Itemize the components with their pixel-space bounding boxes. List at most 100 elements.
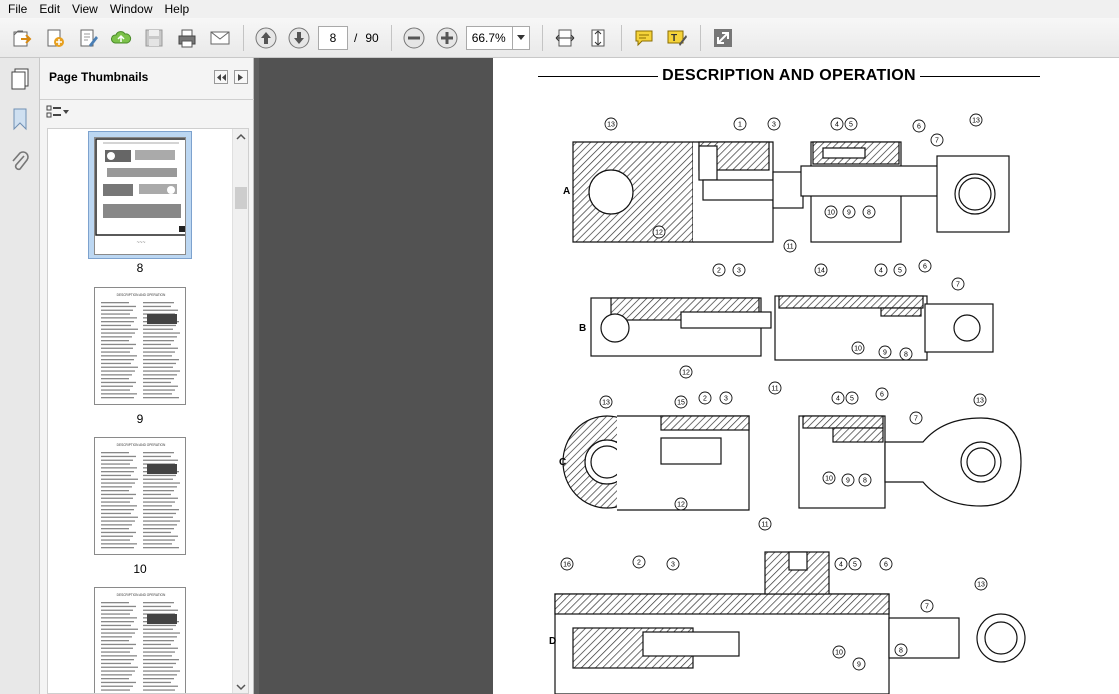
thumbnail-text-line [143, 497, 178, 499]
menu-window[interactable]: Window [104, 0, 159, 18]
thumbnail-label: 9 [136, 412, 144, 426]
thumbnail-text-line [101, 389, 130, 391]
callout-number: 10 [854, 346, 862, 353]
thumbnail-options-icon[interactable] [46, 103, 74, 121]
menu-edit[interactable]: Edit [33, 0, 66, 18]
thumbnail-text-line [143, 309, 178, 311]
thumbnail-text-line [143, 605, 171, 608]
thumbnail-text-line [143, 520, 180, 522]
thumbnail-text-line [101, 651, 130, 653]
thumbnail-scrollbar[interactable] [232, 129, 248, 693]
thumbnail-text-line [101, 393, 137, 395]
fit-page-icon[interactable] [584, 24, 612, 52]
thumbnail-page-10[interactable]: DESCRIPTION AND OPERATION [94, 437, 186, 555]
thumbnail-text-line [101, 655, 137, 657]
scroll-down-icon[interactable] [233, 681, 249, 693]
thumbnail-text-line [143, 636, 177, 638]
figure-letter-b: B [579, 323, 586, 334]
heading-rule-right [919, 75, 1041, 77]
thumbnail-text-line [101, 524, 132, 526]
scrollbar-thumb[interactable] [235, 187, 247, 209]
menu-file[interactable]: File [2, 0, 33, 18]
thumbnail-text-line [101, 516, 138, 518]
thumbnail-text-line [143, 351, 175, 353]
fit-width-icon[interactable] [551, 24, 579, 52]
thumbnail-text-line [101, 347, 133, 349]
thumbnail-text-line [143, 359, 179, 361]
zoom-level-input[interactable]: 66.7% [465, 25, 512, 50]
callout-number: 10 [825, 476, 833, 483]
document-page: DESCRIPTION AND OPERATION A B C D 13 1 3… [493, 58, 1119, 694]
thumbnail-text-line [101, 467, 137, 469]
save-icon[interactable] [140, 24, 168, 52]
create-pdf-icon[interactable] [41, 24, 69, 52]
thumbnail-text-line [143, 547, 179, 549]
thumbnail-text-line [101, 397, 134, 399]
figure-d [554, 551, 1026, 694]
callout-number: 5 [898, 268, 902, 275]
thumbnail-text-line [101, 324, 131, 327]
thumbnail-text-line [101, 535, 133, 537]
thumbnail-text-line [101, 381, 136, 384]
thumbnail-label: 10 [133, 562, 147, 576]
thumbnail-text-line [143, 543, 172, 545]
thumbnail-text-line [101, 512, 131, 515]
thumbnail-text-line [101, 543, 137, 545]
callout-number: 14 [817, 268, 825, 275]
callout-number: 12 [655, 230, 663, 237]
cloud-upload-icon[interactable] [107, 24, 135, 52]
menu-help[interactable]: Help [159, 0, 196, 18]
zoom-out-icon[interactable] [400, 24, 428, 52]
previous-page-icon[interactable] [252, 24, 280, 52]
thumbnail-text-line [101, 459, 133, 461]
thumbnail-text-line [143, 516, 173, 518]
collapse-panel-icon[interactable] [214, 70, 228, 84]
open-file-icon[interactable] [8, 24, 36, 52]
attachments-icon[interactable] [6, 146, 34, 176]
comment-icon[interactable] [630, 24, 658, 52]
zoom-in-icon[interactable] [433, 24, 461, 52]
thumbnail-text-line [143, 347, 178, 349]
edit-document-icon[interactable] [74, 24, 102, 52]
print-icon[interactable] [173, 24, 201, 52]
next-page-icon[interactable] [285, 24, 313, 52]
callout-number: 7 [956, 282, 960, 289]
thumbnail-text-line [101, 478, 138, 480]
thumbnail-text-line [101, 452, 129, 454]
thumbnail-label: 8 [136, 261, 144, 275]
thumbnail-text-line [143, 632, 180, 634]
bookmarks-icon[interactable] [6, 104, 34, 134]
thumbnail-page-8[interactable]: ~~~ [94, 137, 186, 255]
page-number-input[interactable]: 8 [318, 25, 348, 50]
thumbnail-text-line [143, 512, 176, 515]
highlight-text-icon[interactable]: T [663, 24, 691, 52]
expand-panel-icon[interactable] [234, 70, 248, 84]
zoom-dropdown-icon[interactable] [511, 25, 530, 50]
thumbnail-text-line [101, 509, 134, 511]
expand-icon[interactable] [709, 24, 737, 52]
thumbnail-text-line [101, 313, 130, 315]
thumbnail-figure [147, 464, 177, 474]
scroll-up-icon[interactable] [233, 131, 249, 143]
email-icon[interactable] [206, 24, 234, 52]
thumbnail-text-line [101, 317, 137, 319]
thumbnail-text-line [143, 482, 180, 484]
document-view[interactable]: DESCRIPTION AND OPERATION A B C D 13 1 3… [259, 58, 1119, 694]
page-heading: DESCRIPTION AND OPERATION [538, 66, 1041, 86]
menu-view[interactable]: View [66, 0, 104, 18]
thumbnail-page-9[interactable]: DESCRIPTION AND OPERATION [94, 287, 186, 405]
thumbnail-page-11[interactable]: DESCRIPTION AND OPERATION [94, 587, 186, 693]
figure-c [562, 415, 1022, 511]
thumbnail-text-line [143, 343, 171, 346]
thumbnail-text-line [143, 374, 177, 376]
svg-text:~~~: ~~~ [137, 240, 146, 246]
thumbnail-text-line [143, 643, 171, 646]
thumbnail-text-line [143, 478, 173, 480]
menu-bar: File Edit View Window Help [0, 0, 1119, 18]
thumbnail-list[interactable]: ~~~ 8 DESCRIPTION AND OPERATION 9 DESCRI… [47, 128, 249, 694]
page-thumbnails-icon[interactable] [6, 64, 34, 94]
thumbnail-text-line [101, 636, 132, 638]
thumbnail-text-line [143, 324, 176, 327]
callout-number: 13 [607, 122, 615, 129]
thumbnail-text-line [101, 666, 138, 668]
